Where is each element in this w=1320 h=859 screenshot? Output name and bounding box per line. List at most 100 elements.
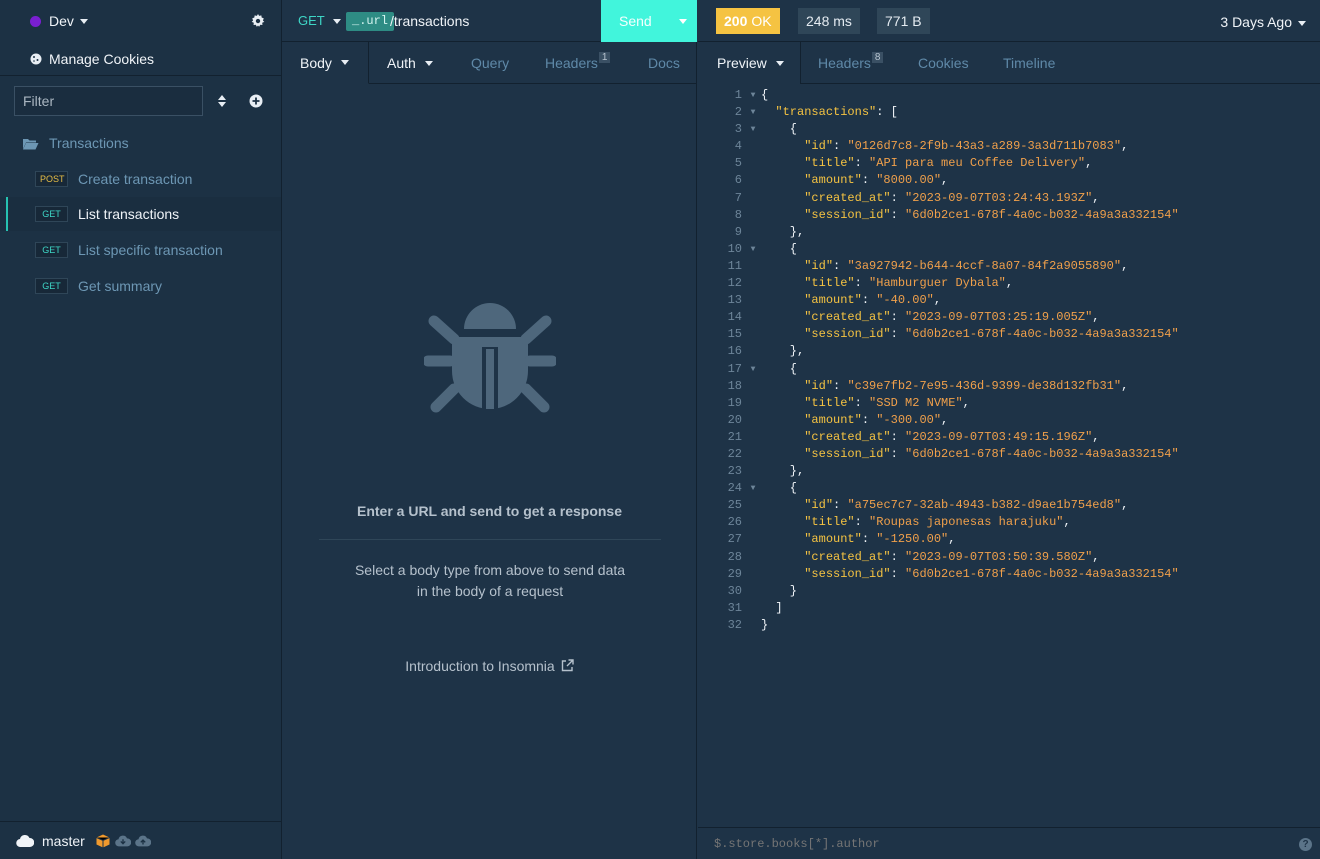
fold-gutter <box>745 531 761 548</box>
manage-cookies-button[interactable]: Manage Cookies <box>0 42 281 76</box>
response-body-viewer[interactable]: 1 ▼{2 ▼ "transactions": [3 ▼ {4 "id": "0126… <box>698 87 1320 634</box>
help-icon[interactable]: ? <box>1299 838 1312 851</box>
url-input[interactable]: /transactions <box>390 13 469 29</box>
cloud-download-icon[interactable] <box>115 834 131 848</box>
line-number: 29 <box>727 566 742 581</box>
sidebar-item-list-transactions[interactable]: GET List transactions <box>0 197 281 231</box>
tab-query[interactable]: Query <box>471 42 509 84</box>
fold-gutter <box>745 412 761 429</box>
code-line: 24 ▼ { <box>698 480 1320 497</box>
fold-gutter <box>745 172 761 189</box>
filter-input[interactable] <box>14 86 203 116</box>
code-text: { <box>761 481 798 496</box>
sidebar-footer: master <box>0 821 281 859</box>
chevron-down-icon[interactable] <box>679 19 687 24</box>
tab-cookies[interactable]: Cookies <box>918 42 969 84</box>
sidebar-item-create-transaction[interactable]: POST Create transaction <box>0 162 281 196</box>
code-line: 11 "id": "3a927942-b644-4ccf-8a07-84f2a9… <box>698 258 1320 275</box>
fold-arrow-icon[interactable]: ▼ <box>745 361 761 378</box>
fold-gutter <box>745 463 761 480</box>
tab-body[interactable]: Body <box>282 42 369 84</box>
response-status-bar: 200 OK 248 ms 771 B 3 Days Ago <box>698 0 1320 42</box>
sidebar: Dev Manage Cookies Filter Transactions P… <box>0 0 282 859</box>
fold-arrow-icon[interactable]: ▼ <box>745 121 761 138</box>
code-text: "amount": "-40.00", <box>804 293 942 308</box>
code-line: 17 ▼ { <box>698 361 1320 378</box>
code-line: 20 "amount": "-300.00", <box>698 412 1320 429</box>
fold-arrow-icon[interactable]: ▼ <box>745 480 761 497</box>
environment-selector[interactable]: Dev <box>0 0 281 42</box>
fold-arrow-icon[interactable]: ▼ <box>745 241 761 258</box>
folder-transactions[interactable]: Transactions <box>22 132 129 154</box>
fold-gutter <box>745 617 761 634</box>
line-number: 23 <box>727 464 742 479</box>
chevron-down-icon <box>79 18 88 24</box>
fold-gutter <box>745 258 761 275</box>
tab-label: Headers <box>818 55 871 71</box>
fold-gutter <box>745 446 761 463</box>
filter-row <box>14 86 274 116</box>
cloud-upload-icon[interactable] <box>135 834 151 848</box>
plus-circle-icon[interactable] <box>249 94 263 108</box>
tab-label: Query <box>471 55 510 71</box>
code-line: 31 ] <box>698 600 1320 617</box>
method-selector[interactable]: GET <box>298 13 341 28</box>
line-number: 16 <box>727 344 742 359</box>
line-number: 25 <box>727 498 742 513</box>
fold-arrow-icon[interactable]: ▼ <box>745 87 761 104</box>
tab-label: Preview <box>717 55 767 71</box>
line-number: 9 <box>734 224 742 239</box>
code-text: } <box>761 583 798 598</box>
fold-arrow-icon[interactable]: ▼ <box>745 104 761 121</box>
response-filter-input[interactable] <box>714 837 1274 851</box>
code-line: 27 "amount": "-1250.00", <box>698 531 1320 548</box>
empty-state: Enter a URL and send to get a response S… <box>282 84 697 821</box>
send-button[interactable]: Send <box>601 0 697 42</box>
send-label: Send <box>619 13 652 29</box>
code-line: 28 "created_at": "2023-09-07T03:50:39.58… <box>698 549 1320 566</box>
tab-response-headers[interactable]: Headers 8 <box>818 42 884 84</box>
fold-gutter <box>745 343 761 360</box>
package-icon[interactable] <box>95 834 111 848</box>
tab-preview[interactable]: Preview <box>698 42 801 84</box>
line-number: 17 <box>727 361 742 376</box>
sidebar-item-get-summary[interactable]: GET Get summary <box>0 269 281 303</box>
empty-title: Enter a URL and send to get a response <box>356 503 623 519</box>
code-text: { <box>761 122 798 137</box>
url-variable-tag[interactable]: _.url <box>346 12 395 31</box>
environment-color-dot <box>30 15 41 27</box>
response-history-selector[interactable]: 3 Days Ago <box>1220 14 1306 30</box>
cookie-icon <box>30 53 42 64</box>
gear-icon[interactable] <box>251 14 265 28</box>
fold-gutter <box>745 566 761 583</box>
line-number: 10 <box>727 241 742 256</box>
branch-label[interactable]: master <box>42 833 85 849</box>
sort-icon[interactable] <box>217 94 227 108</box>
fold-gutter <box>745 138 761 155</box>
tab-timeline[interactable]: Timeline <box>1003 42 1055 84</box>
insomnia-app: Dev Manage Cookies Filter Transactions P… <box>0 0 1320 859</box>
line-number: 2 <box>734 105 742 120</box>
code-line: 2 ▼ "transactions": [ <box>698 104 1320 121</box>
cloud-icon[interactable] <box>16 834 34 848</box>
folder-open-icon <box>23 138 39 149</box>
line-number: 20 <box>727 412 742 427</box>
code-text: "amount": "8000.00", <box>804 173 949 188</box>
tab-headers[interactable]: Headers 1 <box>545 42 611 84</box>
sidebar-item-list-specific-transaction[interactable]: GET List specific transaction <box>0 233 281 267</box>
code-line: 32} <box>698 617 1320 634</box>
code-line: 26 "title": "Roupas japonesas harajuku", <box>698 514 1320 531</box>
code-text: "created_at": "2023-09-07T03:25:19.005Z"… <box>804 310 1100 325</box>
status-code: 200 <box>724 13 748 29</box>
tab-label: Cookies <box>918 55 969 71</box>
code-text: "title": "Hamburguer Dybala", <box>804 276 1014 291</box>
line-number: 5 <box>734 156 742 171</box>
fold-gutter <box>745 497 761 514</box>
tab-docs[interactable]: Docs <box>648 42 680 84</box>
code-text: { <box>761 88 769 102</box>
code-line: 3 ▼ { <box>698 121 1320 138</box>
introduction-link[interactable]: Introduction to Insomnia <box>282 658 697 674</box>
tab-auth[interactable]: Auth <box>369 42 457 84</box>
line-number: 22 <box>727 446 742 461</box>
line-number: 18 <box>727 378 742 393</box>
